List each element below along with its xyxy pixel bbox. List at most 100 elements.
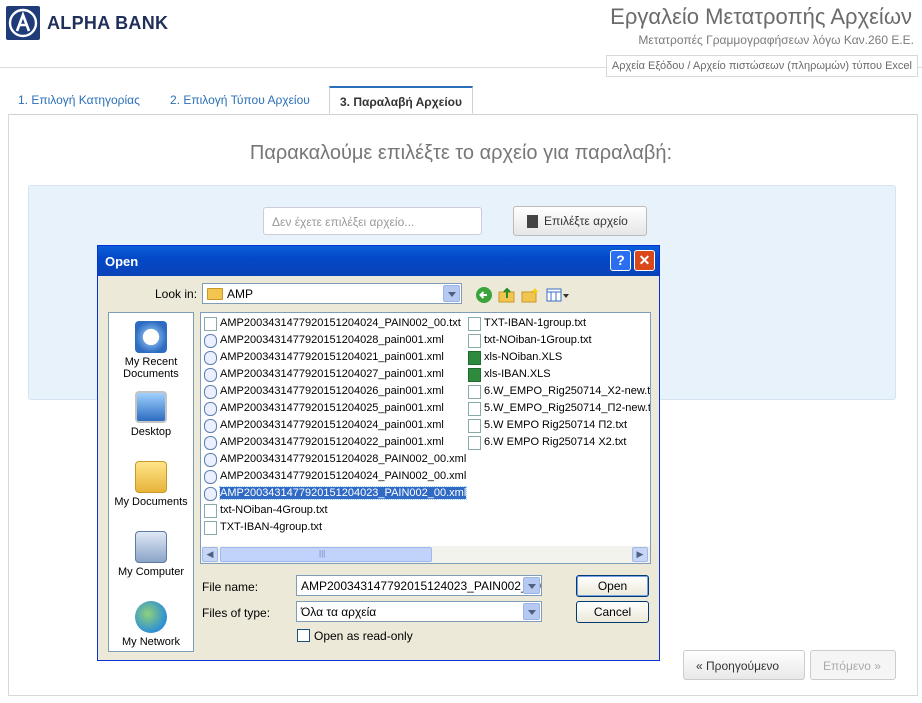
file-name: txt-NOiban-4Group.txt: [220, 504, 328, 516]
file-list[interactable]: AMP20034314779201512040​24_PAIN002_00.tx…: [200, 312, 651, 564]
txt-file-icon: [204, 317, 217, 331]
file-name: TXT-IBAN-4group.txt: [220, 521, 323, 533]
page-title: Παρακαλούμε επιλέξτε το αρχείο για παραλ…: [249, 142, 673, 164]
file-item[interactable]: xls-NOiban.XLS: [467, 350, 562, 366]
open-dialog: Open ? ✕ Look in: AMP My Recent Document…: [97, 245, 660, 661]
scroll-right-icon[interactable]: ▶: [632, 547, 648, 562]
chevron-down-icon[interactable]: [523, 577, 540, 594]
file-name: txt-NOiban-1Group.txt: [484, 334, 592, 346]
file-item[interactable]: AMP200343147792015120402​8_PAIN002_00.xm…: [203, 452, 466, 468]
choose-file-button[interactable]: Επιλέξτε αρχείο: [513, 206, 647, 236]
file-name: 6.W EMPO Rig250714 X2.txt: [484, 436, 627, 448]
folder-icon: [207, 288, 223, 300]
dialog-title: Open: [105, 254, 139, 269]
open-button[interactable]: Open: [576, 575, 649, 597]
file-name: 5.W EMPO Rig250714 Π2.txt: [484, 419, 628, 431]
file-item[interactable]: AMP20034314779201512040​24_PAIN002_00.tx…: [203, 316, 461, 332]
file-icon: [527, 215, 538, 228]
file-name: xls-NOiban.XLS: [484, 351, 563, 363]
tab-select-category[interactable]: 1. Επιλογή Κατηγορίας: [8, 86, 150, 114]
read-only-checkbox[interactable]: [297, 629, 310, 642]
xls-file-icon: [468, 351, 481, 365]
tab-receive-file[interactable]: 3. Παραλαβή Αρχείου: [329, 86, 473, 114]
file-item[interactable]: AMP200343147792015120402​3_PAIN002_00.xm…: [203, 486, 468, 502]
place-label: My Computer: [117, 566, 185, 578]
xml-file-icon: [204, 487, 217, 501]
chevron-down-icon[interactable]: [443, 285, 460, 302]
place-my-computer[interactable]: My Computer: [109, 531, 193, 578]
cancel-button[interactable]: Cancel: [576, 601, 649, 623]
file-item[interactable]: xls-IBAN.XLS: [467, 367, 551, 383]
file-name: TXT-IBAN-1group.txt: [484, 317, 587, 329]
xml-file-icon: [204, 368, 217, 382]
previous-button[interactable]: « Προηγούμενο: [683, 650, 805, 680]
file-item[interactable]: txt-NOiban-1Group.txt: [467, 333, 592, 349]
txt-file-icon: [204, 521, 217, 535]
breadcrumb: Αρχεία Εξόδου / Αρχείο πιστώσεων (πληρωμ…: [605, 55, 918, 77]
xls-file-icon: [468, 368, 481, 382]
file-name: AMP200343147792015120402​5_pain001.xml: [220, 402, 444, 414]
file-item[interactable]: TXT-IBAN-1group.txt: [467, 316, 586, 332]
place-label: My Network: [121, 636, 181, 648]
place-recent[interactable]: My Recent Documents: [109, 321, 193, 380]
file-name: AMP200343147792015120402​7_pain001.xml: [220, 368, 444, 380]
xml-file-icon: [204, 453, 217, 467]
file-name: xls-IBAN.XLS: [484, 368, 551, 380]
my-network-icon: [135, 601, 167, 633]
scroll-thumb[interactable]: |||: [220, 547, 432, 562]
xml-file-icon: [204, 436, 217, 450]
look-in-dropdown[interactable]: AMP: [202, 283, 462, 304]
file-item[interactable]: TXT-IBAN-4group.txt: [203, 520, 322, 536]
file-item[interactable]: AMP200343147792015120402​7_pain001.xml: [203, 367, 444, 383]
file-name-field[interactable]: AMP20034314779201512​4023_PAIN002_00: [296, 575, 542, 596]
file-item[interactable]: AMP200343147792015120402​5_pain001.xml: [203, 401, 444, 417]
place-label: Desktop: [130, 426, 172, 438]
close-button[interactable]: ✕: [634, 250, 655, 271]
file-name: 6.W_EMPO_Rig250714_X2-new.t: [484, 385, 651, 397]
tab-select-file-type[interactable]: 2. Επιλογή Τύπου Αρχείου: [160, 86, 320, 114]
view-menu-icon[interactable]: [546, 286, 570, 304]
file-item[interactable]: AMP200343147792015120402​8_pain001.xml: [203, 333, 444, 349]
place-my-documents[interactable]: My Documents: [109, 461, 193, 508]
my-computer-icon: [135, 531, 167, 563]
dialog-titlebar[interactable]: [98, 246, 659, 276]
scroll-left-icon[interactable]: ◀: [202, 547, 218, 562]
xml-file-icon: [204, 419, 217, 433]
alpha-bank-logo-icon: [6, 6, 40, 40]
up-folder-icon[interactable]: [498, 286, 516, 304]
file-type-dropdown[interactable]: Όλα τα αρχεία: [296, 601, 542, 622]
txt-file-icon: [204, 504, 217, 518]
place-my-network[interactable]: My Network: [109, 601, 193, 648]
places-bar: My Recent Documents Desktop My Documents…: [108, 312, 194, 652]
txt-file-icon: [468, 419, 481, 433]
file-item[interactable]: AMP200343147792015120402​6_pain001.xml: [203, 384, 444, 400]
file-item[interactable]: 6.W_EMPO_Rig250714_X2-new.t: [467, 384, 650, 400]
next-button[interactable]: Επόμενο »: [810, 650, 896, 680]
file-name: AMP200343147792015120402​8_PAIN002_00.xm…: [220, 453, 467, 465]
file-item[interactable]: AMP200343147792015120402​4_pain001.xml: [203, 418, 444, 434]
look-in-label: Look in:: [155, 287, 198, 301]
file-name: AMP200343147792015120402​1_pain001.xml: [220, 351, 444, 363]
file-item[interactable]: AMP200343147792015120402​1_pain001.xml: [203, 350, 444, 366]
help-button[interactable]: ?: [610, 250, 631, 271]
xml-file-icon: [204, 334, 217, 348]
xml-file-icon: [204, 470, 217, 484]
file-name: AMP200343147792015120402​6_pain001.xml: [220, 385, 444, 397]
file-name-label: File name:: [202, 580, 259, 594]
txt-file-icon: [468, 317, 481, 331]
file-item[interactable]: 5.W EMPO Rig250714 Π2.txt: [467, 418, 627, 434]
file-item[interactable]: AMP200343147792015120402​4_PAIN002_00.xm…: [203, 469, 466, 485]
file-item[interactable]: 6.W EMPO Rig250714 X2.txt: [467, 435, 626, 451]
txt-file-icon: [468, 436, 481, 450]
horizontal-scrollbar[interactable]: ◀ ||| ▶: [201, 546, 650, 563]
back-icon[interactable]: [475, 286, 493, 304]
file-item[interactable]: AMP200343147792015120402​2_pain001.xml: [203, 435, 444, 451]
file-item[interactable]: 5.W_EMPO_Rig250714_Π2-new.t: [467, 401, 650, 417]
file-item[interactable]: txt-NOiban-4Group.txt: [203, 503, 328, 519]
place-desktop[interactable]: Desktop: [109, 391, 193, 438]
selected-file-field[interactable]: Δεν έχετε επιλέξει αρχείο...: [263, 207, 482, 235]
brand-name: ALPHA BANK: [47, 13, 169, 33]
file-type-value: Όλα τα αρχεία: [301, 605, 377, 619]
chevron-down-icon[interactable]: [523, 603, 540, 620]
new-folder-icon[interactable]: [521, 286, 539, 304]
